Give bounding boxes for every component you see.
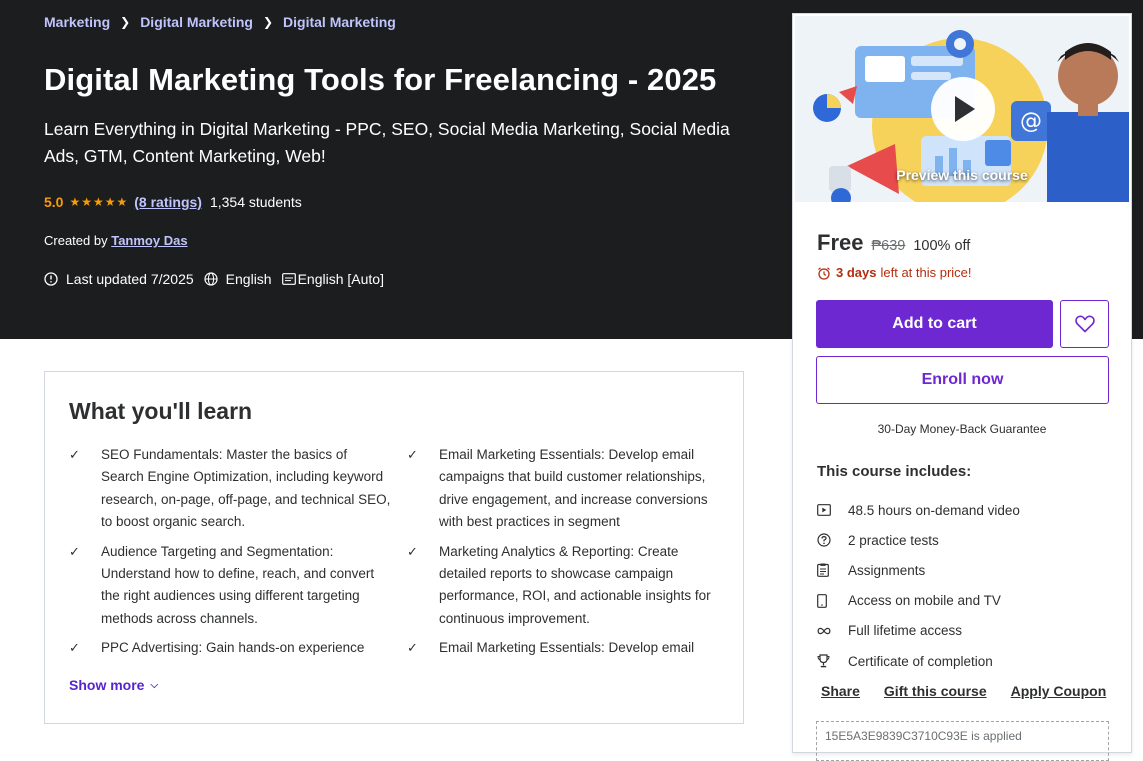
heart-icon — [1074, 315, 1095, 333]
chevron-right-icon: ❯ — [262, 15, 274, 29]
includes-item: 2 practice tests — [817, 525, 1020, 555]
discount-percent: 100% off — [913, 238, 971, 254]
language: English — [204, 271, 272, 287]
learn-item: ✓ SEO Fundamentals: Master the basics of … — [69, 444, 407, 534]
course-meta: Last updated 7/2025 English English [Aut… — [44, 271, 394, 287]
deal-timer: 3 days left at this price! — [817, 265, 972, 280]
includes-item-text: 48.5 hours on-demand video — [848, 502, 1020, 518]
price-row: Free ₱639 100% off — [817, 230, 970, 256]
add-to-cart-button[interactable]: Add to cart — [816, 300, 1053, 348]
check-icon: ✓ — [407, 543, 418, 559]
language-text: English — [225, 271, 272, 287]
check-icon: ✓ — [69, 447, 80, 462]
learn-list: ✓ SEO Fundamentals: Master the basics of … — [69, 444, 729, 664]
show-more-button[interactable]: Show more ⌵ — [69, 677, 158, 693]
assignment-icon — [817, 563, 829, 578]
captions-text: English [Auto] — [297, 271, 384, 287]
card-links: Share Gift this course Apply Coupon — [821, 683, 1130, 699]
check-icon: ✓ — [407, 640, 418, 656]
learn-item: ✓ Marketing Analytics & Reporting: Create… — [407, 541, 729, 631]
gift-course-link[interactable]: Gift this course — [884, 683, 987, 699]
chevron-down-icon: ⌵ — [150, 679, 159, 691]
learn-item: ✓ PPC Advertising: Gain hands-on experien… — [69, 637, 407, 664]
ratings-link[interactable]: (8 ratings) — [134, 194, 202, 210]
includes-list: 48.5 hours on-demand video 2 practice te… — [817, 495, 1020, 676]
course-preview[interactable]: @ Preview this course — [795, 16, 1129, 202]
what-youll-learn: What you'll learn ✓ SEO Fundamentals: Mas… — [44, 371, 744, 724]
alarm-clock-icon — [818, 266, 830, 280]
globe-icon — [204, 272, 218, 286]
infinity-icon — [817, 627, 831, 635]
check-icon: ✓ — [69, 543, 80, 559]
breadcrumb: Marketing ❯ Digital Marketing ❯ Digital … — [44, 14, 396, 30]
check-icon: ✓ — [407, 447, 418, 462]
learn-item-text: PPC Advertising: Gain hands-on experienc… — [101, 640, 365, 664]
coupon-text: 15E5A3E9839C3710C93E is applied — [825, 729, 1022, 743]
learn-item-text: Email Marketing Essentials: Develop emai… — [439, 640, 702, 664]
includes-item: Assignments — [817, 555, 1020, 585]
breadcrumb-item[interactable]: Digital Marketing — [140, 14, 253, 30]
question-icon — [817, 533, 831, 547]
includes-heading: This course includes: — [817, 463, 972, 480]
check-icon: ✓ — [69, 640, 80, 656]
learn-item-text: SEO Fundamentals: Master the basics of S… — [101, 447, 391, 530]
money-back-guarantee: 30-Day Money-Back Guarantee — [877, 422, 1047, 436]
show-more-label: Show more — [69, 677, 145, 693]
wishlist-button[interactable] — [1060, 300, 1109, 348]
chevron-right-icon: ❯ — [120, 15, 131, 29]
includes-item-text: 2 practice tests — [848, 532, 939, 548]
learn-item: ✓ Email Marketing Essentials: Develop ema… — [407, 444, 729, 534]
students-count: 1,354 students — [209, 194, 302, 210]
breadcrumb-item[interactable]: Digital Marketing — [283, 14, 396, 30]
preview-label: Preview this course — [896, 167, 1028, 183]
includes-item-text: Full lifetime access — [848, 623, 963, 639]
learn-item-text: Marketing Analytics & Reporting: Create … — [439, 543, 711, 626]
enroll-now-button[interactable]: Enroll now — [816, 356, 1109, 404]
mobile-icon — [817, 593, 827, 608]
includes-item: Full lifetime access — [817, 616, 1020, 646]
breadcrumb-item[interactable]: Marketing — [44, 14, 110, 30]
learn-item: ✓ Email Marketing Essentials: Develop ema… — [407, 637, 729, 664]
rating-row: 5.0 ★★★★★ (8 ratings) 1,354 students — [44, 194, 302, 210]
original-price: ₱639 — [871, 238, 906, 254]
captions-icon — [281, 273, 296, 285]
learn-item: ✓ Audience Targeting and Segmentation: Un… — [69, 541, 407, 631]
last-updated-text: Last updated 7/2025 — [66, 271, 194, 287]
includes-item-text: Assignments — [848, 562, 926, 578]
timer-text: left at this price! — [880, 265, 972, 280]
star-rating-icon: ★★★★★ — [69, 195, 129, 209]
includes-item-text: Access on mobile and TV — [848, 593, 1001, 609]
includes-item-text: Certificate of completion — [848, 653, 993, 669]
author-link[interactable]: Tanmoy Das — [111, 233, 187, 248]
rating-value: 5.0 — [44, 194, 64, 210]
apply-coupon-link[interactable]: Apply Coupon — [1011, 683, 1107, 699]
last-updated: Last updated 7/2025 — [44, 271, 194, 287]
includes-item: Access on mobile and TV — [817, 586, 1020, 616]
trophy-icon — [817, 654, 830, 668]
applied-coupon-box: 15E5A3E9839C3710C93E is applied — [816, 721, 1109, 761]
timer-days: 3 days — [836, 265, 877, 280]
created-by-label: Created by — [44, 233, 108, 248]
current-price: Free — [817, 230, 864, 255]
course-subtitle: Learn Everything in Digital Marketing - … — [44, 119, 730, 166]
purchase-card: @ Preview this course Free ₱639 100% off… — [792, 13, 1132, 761]
includes-item: 48.5 hours on-demand video — [817, 495, 1020, 525]
learn-item-text: Audience Targeting and Segmentation: Und… — [101, 543, 375, 626]
created-by: Created by Tanmoy Das — [44, 233, 188, 248]
learn-item-text: Email Marketing Essentials: Develop emai… — [439, 447, 708, 530]
course-title: Digital Marketing Tools for Freelancing … — [44, 62, 717, 97]
video-icon — [817, 504, 831, 516]
share-link[interactable]: Share — [821, 683, 860, 699]
learn-heading: What you'll learn — [69, 398, 253, 424]
svg-text:@: @ — [1020, 109, 1042, 134]
alert-badge-icon — [44, 272, 58, 286]
includes-item: Certificate of completion — [817, 646, 1020, 676]
captions: English [Auto] — [281, 271, 384, 287]
